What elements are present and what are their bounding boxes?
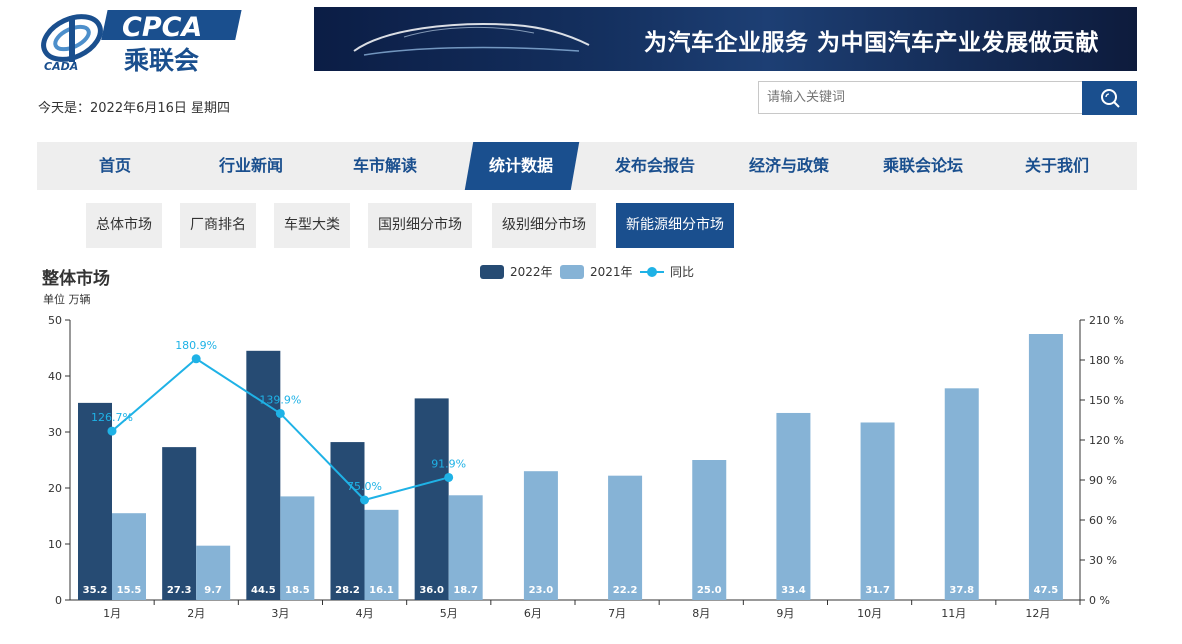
bar-2022: [78, 402, 112, 600]
yoy-point: [107, 426, 117, 436]
bar-2022-label: 28.2: [335, 585, 360, 596]
bar-2022-label: 36.0: [419, 585, 444, 596]
bar-2021: [692, 460, 727, 600]
bar-2022: [162, 447, 197, 600]
bar-2021: [1028, 334, 1063, 600]
bar-2022-label: 35.2: [83, 585, 108, 596]
legend-label-yoy: 同比: [670, 265, 694, 279]
y-right-tick-label: 90 %: [1089, 474, 1117, 487]
x-tick-label: 11月: [941, 607, 966, 620]
x-tick-label: 6月: [524, 607, 542, 620]
bar-2021-label: 23.0: [529, 585, 554, 596]
bar-2021: [944, 388, 979, 600]
yoy-label: 75.0%: [347, 480, 382, 493]
legend-swatch-2022: [480, 265, 504, 279]
x-tick-label: 5月: [440, 607, 458, 620]
y-right-tick-label: 0 %: [1089, 594, 1110, 607]
y-right-tick-label: 120 %: [1089, 434, 1124, 447]
y-right-tick-label: 30 %: [1089, 554, 1117, 567]
bar-2021: [523, 471, 558, 600]
bar-2022: [246, 350, 281, 600]
legend-label-2022: 2022年: [510, 265, 553, 279]
legend-dot-yoy: [647, 267, 657, 277]
x-tick-label: 8月: [692, 607, 710, 620]
legend-swatch-2021: [560, 265, 584, 279]
bar-2021-label: 18.5: [285, 585, 310, 596]
bar-2022: [414, 398, 449, 600]
bar-2021-label: 16.1: [369, 585, 394, 596]
bar-2021-label: 33.4: [781, 585, 806, 596]
x-tick-label: 7月: [608, 607, 626, 620]
bar-2021-label: 37.8: [949, 585, 974, 596]
y-right-tick-label: 60 %: [1089, 514, 1117, 527]
yoy-label: 126.7%: [91, 411, 133, 424]
bar-2022-label: 27.3: [167, 585, 192, 596]
bar-2022-label: 44.5: [251, 585, 276, 596]
yoy-label: 91.9%: [431, 457, 466, 470]
y-left-tick-label: 0: [55, 594, 62, 607]
bar-2021: [608, 475, 643, 600]
x-tick-label: 2月: [187, 607, 205, 620]
yoy-point: [444, 472, 454, 482]
y-right-tick-label: 180 %: [1089, 354, 1124, 367]
yoy-point: [191, 354, 201, 364]
bar-2021-label: 22.2: [613, 585, 638, 596]
yoy-point: [360, 495, 369, 505]
yoy-label: 139.9%: [259, 393, 301, 406]
x-tick-label: 10月: [857, 607, 882, 620]
bar-2021-label: 25.0: [697, 585, 722, 596]
x-tick-label: 1月: [103, 607, 121, 620]
x-tick-label: 3月: [271, 607, 289, 620]
bar-2022: [330, 442, 365, 600]
bar-2021: [860, 422, 895, 600]
bar-2021: [776, 412, 811, 600]
bar-2021-label: 18.7: [453, 585, 478, 596]
bar-2021-label: 47.5: [1034, 585, 1059, 596]
bar-2021-label: 15.5: [117, 585, 142, 596]
y-right-tick-label: 210 %: [1089, 314, 1124, 327]
yoy-label: 180.9%: [175, 339, 217, 352]
y-left-tick-label: 10: [48, 538, 62, 551]
y-left-tick-label: 40: [48, 370, 62, 383]
x-tick-label: 9月: [776, 607, 794, 620]
sales-chart: 0 10 20 30 40 50 0 % 30 % 60 % 90 % 120 % 150 % 180 …: [48, 265, 1124, 620]
y-left-tick-label: 50: [48, 314, 62, 327]
bar-2021-label: 31.7: [865, 585, 890, 596]
y-left-tick-label: 30: [48, 426, 62, 439]
x-tick-label: 12月: [1025, 607, 1050, 620]
yoy-point: [275, 408, 285, 418]
y-left-tick-label: 20: [48, 482, 62, 495]
legend-label-2021: 2021年: [590, 265, 633, 279]
x-tick-label: 4月: [356, 607, 374, 620]
y-right-tick-label: 150 %: [1089, 394, 1124, 407]
bar-2021-label: 9.7: [204, 585, 222, 596]
